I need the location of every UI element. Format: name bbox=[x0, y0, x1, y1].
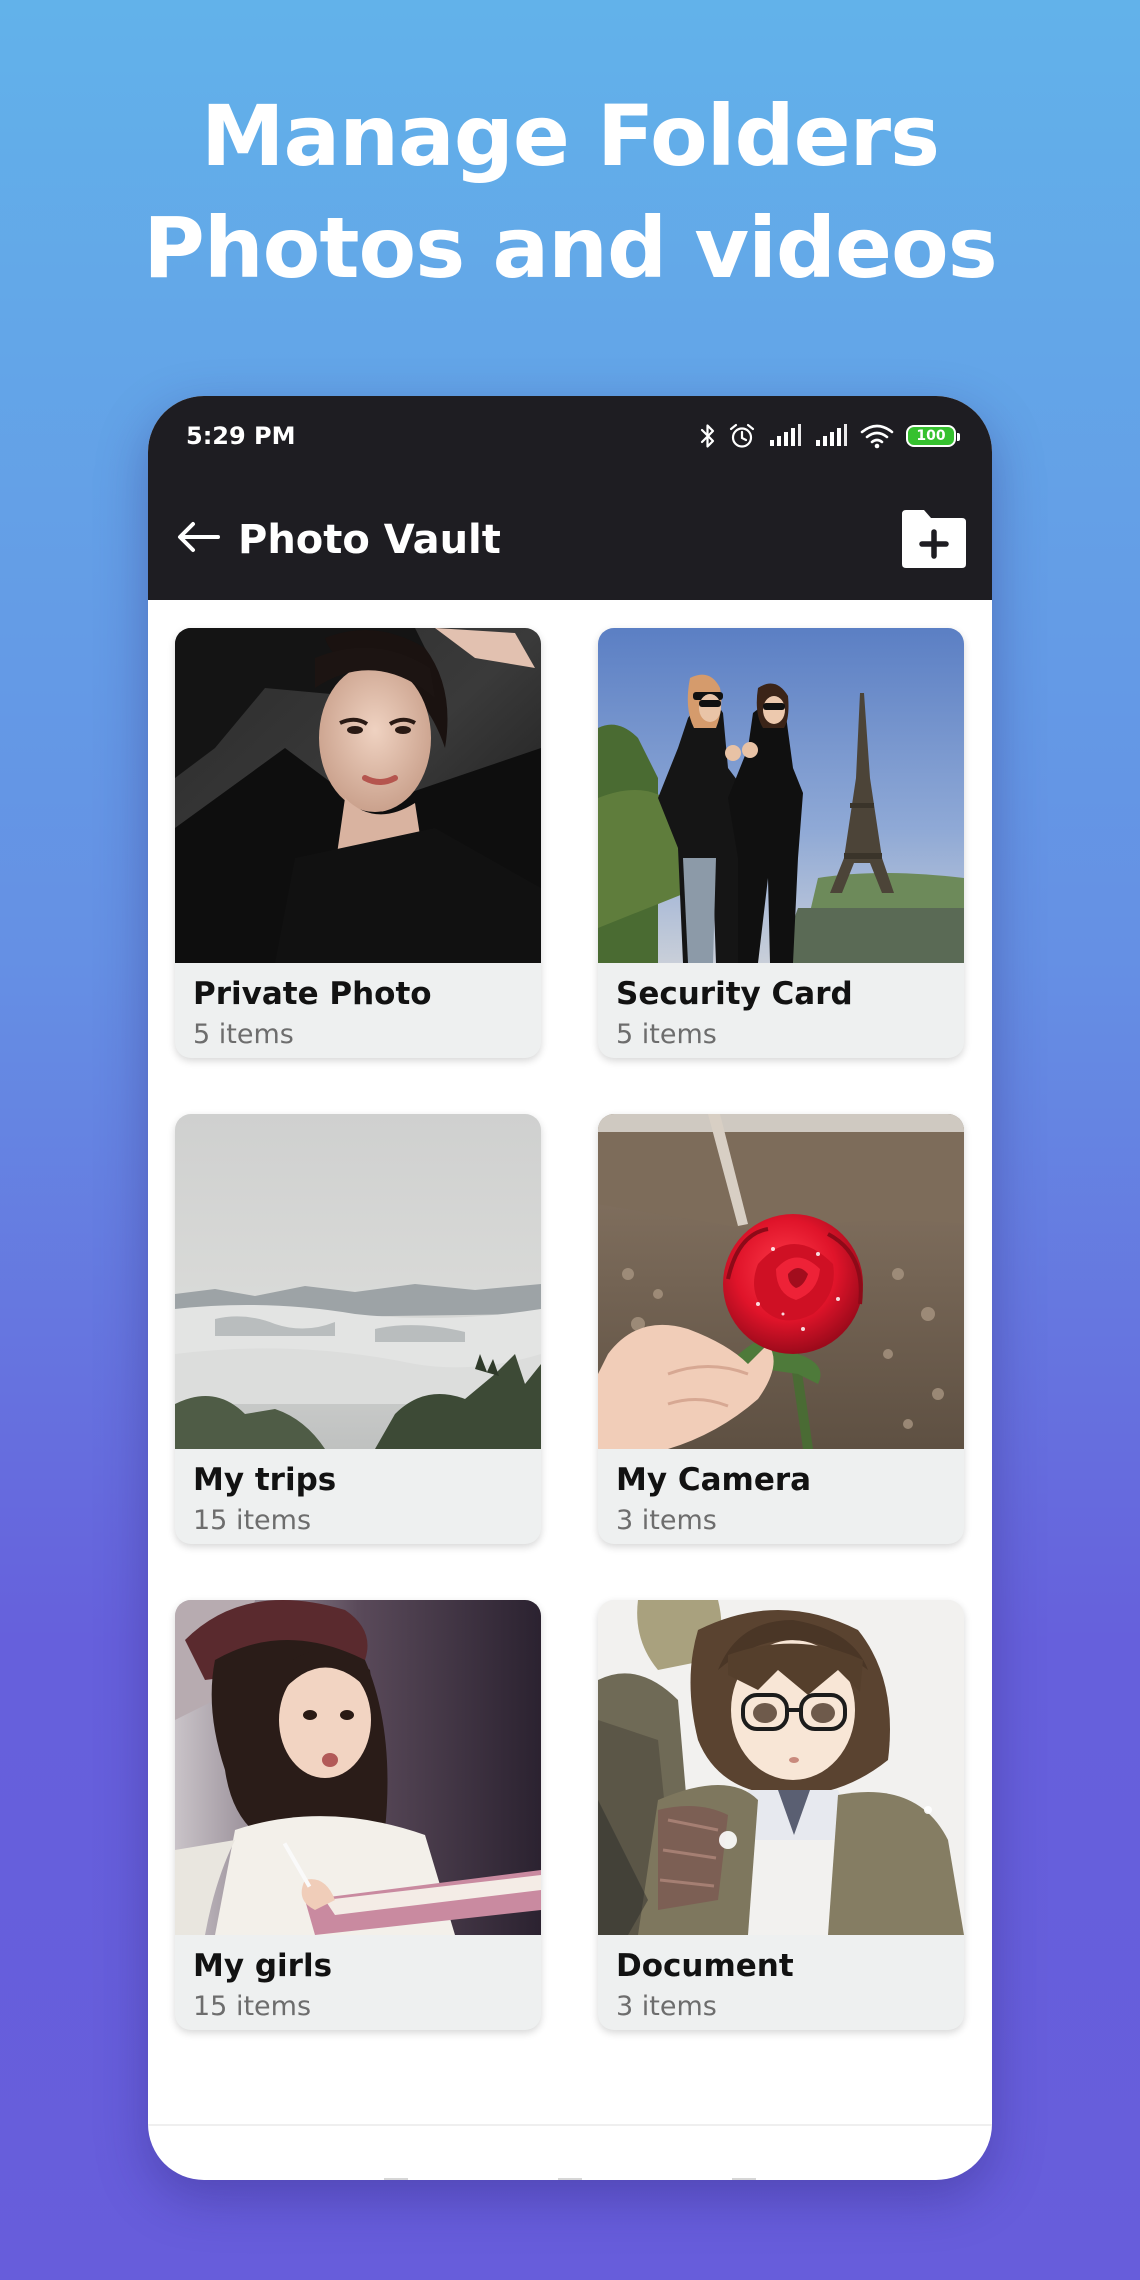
app-title: Photo Vault bbox=[238, 517, 501, 563]
folder-count: 3 items bbox=[616, 1991, 717, 2022]
folder-thumbnail bbox=[598, 1600, 964, 1935]
folder-count: 5 items bbox=[193, 1019, 294, 1050]
folder-thumbnail bbox=[598, 1114, 964, 1449]
signal-icon bbox=[770, 424, 801, 446]
folder-count: 15 items bbox=[193, 1505, 312, 1536]
phone-frame: 5:29 PM 100 Photo Vault Private Photo 5 … bbox=[148, 396, 992, 2180]
folder-name: Document bbox=[616, 1948, 794, 1984]
headline-line-2: Photos and videos bbox=[143, 199, 997, 297]
folder-card-my-girls[interactable]: My girls 15 items bbox=[175, 1600, 541, 2030]
folder-thumbnail bbox=[598, 628, 964, 963]
app-bar: Photo Vault bbox=[148, 480, 992, 600]
nav-hint bbox=[732, 2178, 756, 2180]
signal-icon bbox=[816, 424, 847, 446]
folder-card-my-trips[interactable]: My trips 15 items bbox=[175, 1114, 541, 1544]
folder-count: 15 items bbox=[193, 1991, 312, 2022]
folder-thumbnail bbox=[175, 1600, 541, 1935]
promo-headline: Manage Folders Photos and videos bbox=[0, 80, 1140, 304]
folder-grid: Private Photo 5 items Security Card 5 it… bbox=[175, 628, 965, 2030]
bottom-divider bbox=[148, 2124, 992, 2126]
nav-hint bbox=[558, 2178, 582, 2180]
status-icons: 100 bbox=[700, 416, 960, 456]
nav-hint bbox=[384, 2178, 408, 2180]
folder-name: Security Card bbox=[616, 976, 853, 1012]
status-bar: 5:29 PM 100 bbox=[148, 396, 992, 480]
alarm-icon bbox=[729, 423, 755, 448]
new-folder-button[interactable] bbox=[898, 508, 970, 570]
folder-name: My Camera bbox=[616, 1462, 812, 1498]
wifi-icon bbox=[860, 424, 894, 449]
folder-thumbnail bbox=[175, 628, 541, 963]
folder-card-document[interactable]: Document 3 items bbox=[598, 1600, 964, 2030]
folder-thumbnail bbox=[175, 1114, 541, 1449]
back-button[interactable] bbox=[172, 510, 226, 564]
folder-count: 3 items bbox=[616, 1505, 717, 1536]
battery-icon: 100 bbox=[906, 425, 960, 447]
folder-card-my-camera[interactable]: My Camera 3 items bbox=[598, 1114, 964, 1544]
folder-name: My girls bbox=[193, 1948, 333, 1984]
battery-level: 100 bbox=[916, 428, 946, 444]
bluetooth-icon bbox=[700, 424, 715, 448]
status-time: 5:29 PM bbox=[186, 422, 296, 450]
folder-card-private-photo[interactable]: Private Photo 5 items bbox=[175, 628, 541, 1058]
folder-plus-icon bbox=[902, 510, 966, 568]
folder-name: My trips bbox=[193, 1462, 337, 1498]
headline-line-1: Manage Folders bbox=[200, 87, 940, 185]
arrow-left-icon bbox=[178, 522, 220, 552]
folder-count: 5 items bbox=[616, 1019, 717, 1050]
folder-card-security-card[interactable]: Security Card 5 items bbox=[598, 628, 964, 1058]
folder-name: Private Photo bbox=[193, 976, 432, 1012]
